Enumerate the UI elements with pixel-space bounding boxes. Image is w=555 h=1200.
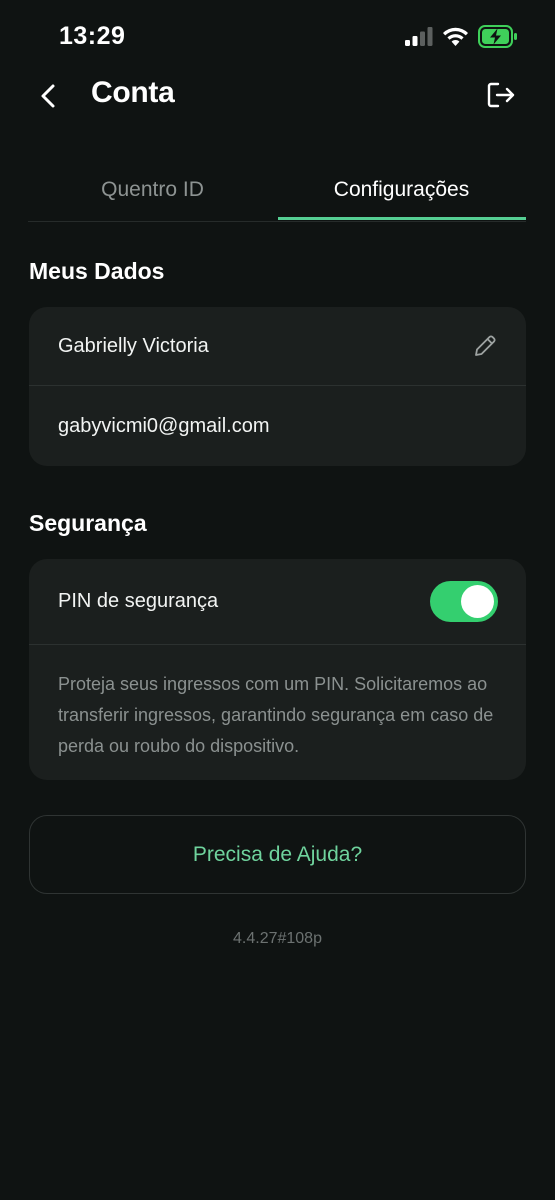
- account-screen: 13:29 Conta Quentro ID Configurações Meu…: [0, 0, 555, 1200]
- security-card: PIN de segurança Proteja seus ingressos …: [29, 559, 526, 780]
- status-time: 13:29: [59, 22, 126, 50]
- my-data-section-title: Meus Dados: [29, 258, 165, 284]
- active-tab-indicator: [278, 217, 526, 220]
- battery-charging-icon: [478, 25, 517, 48]
- divider: [29, 644, 526, 645]
- toggle-knob: [461, 585, 494, 618]
- pin-description: Proteja seus ingressos com um PIN. Solic…: [58, 674, 494, 756]
- pin-toggle[interactable]: [430, 581, 498, 622]
- pin-label: PIN de segurança: [58, 590, 219, 612]
- chevron-left-icon: [41, 84, 55, 108]
- app-version: 4.4.27#108p: [233, 930, 322, 947]
- tab-configuracoes[interactable]: Configurações: [277, 160, 526, 220]
- user-email: gabyvicmi0@gmail.com: [58, 414, 270, 437]
- wifi-icon: [443, 27, 468, 46]
- logout-button[interactable]: [484, 78, 518, 112]
- page-title: Conta: [91, 76, 175, 109]
- user-name: Gabrielly Victoria: [58, 334, 209, 357]
- back-button[interactable]: [32, 76, 68, 116]
- pencil-icon[interactable]: [472, 333, 498, 359]
- security-section-title: Segurança: [29, 510, 147, 536]
- tab-quentro-id[interactable]: Quentro ID: [28, 160, 277, 220]
- name-row[interactable]: Gabrielly Victoria: [29, 307, 526, 385]
- logout-icon: [487, 82, 515, 108]
- help-button[interactable]: Precisa de Ajuda?: [29, 815, 526, 894]
- status-bar: 13:29: [0, 0, 555, 74]
- my-data-card: Gabrielly Victoria gabyvicmi0@gmail.com: [29, 307, 526, 466]
- tab-bar: Quentro ID Configurações: [28, 160, 526, 222]
- pin-row: PIN de segurança: [29, 559, 526, 644]
- signal-icon: [405, 27, 433, 46]
- email-row: gabyvicmi0@gmail.com: [29, 386, 526, 466]
